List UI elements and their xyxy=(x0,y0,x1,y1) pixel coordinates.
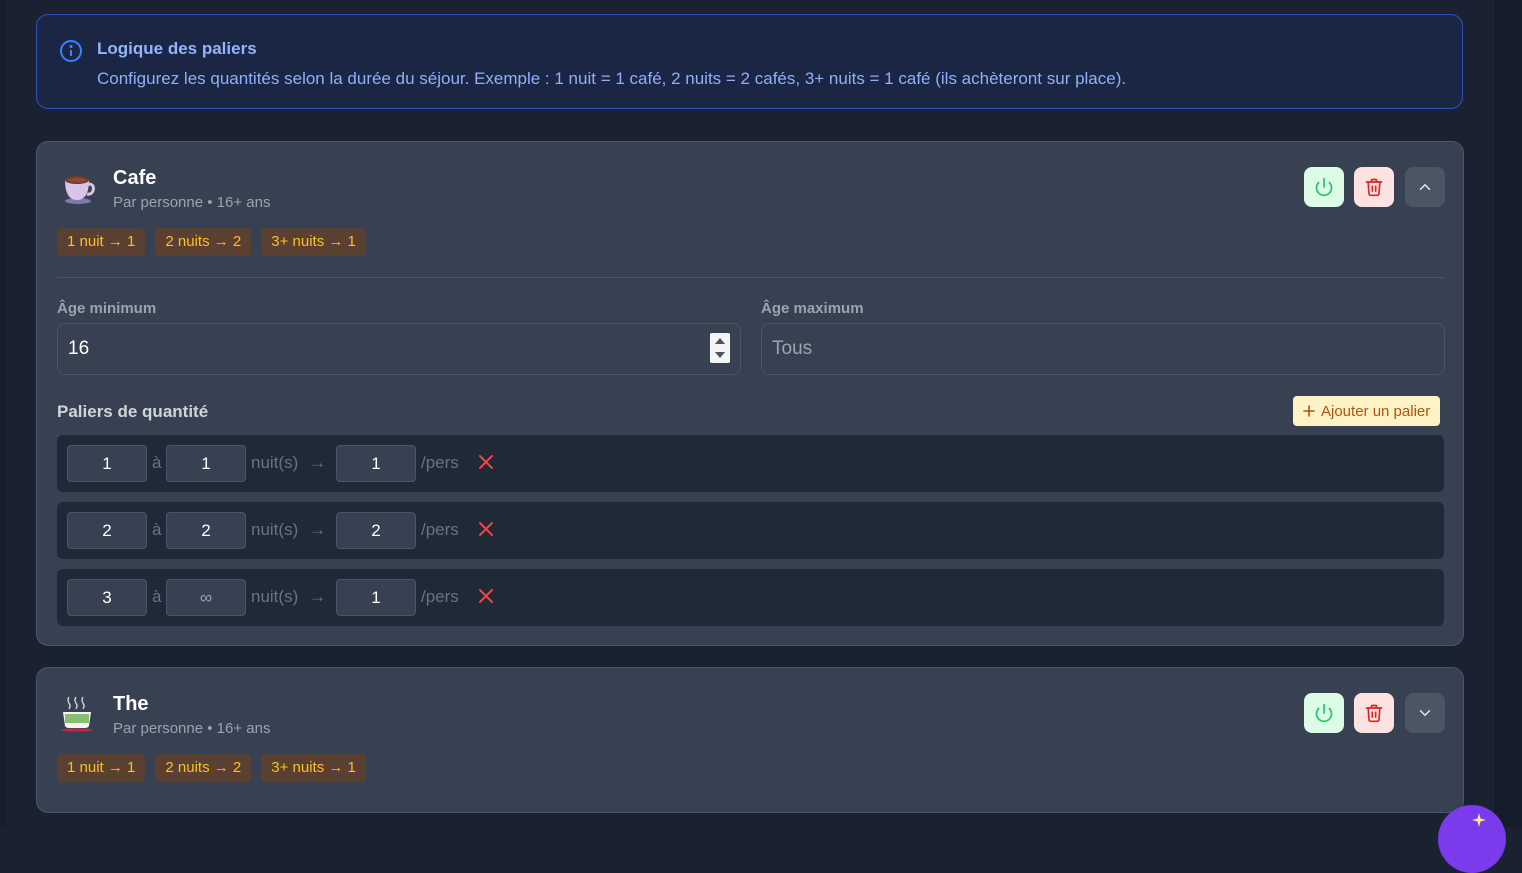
tier-to-input[interactable]: 2 xyxy=(166,512,246,549)
tier-nights-label: nuit(s) xyxy=(251,520,299,539)
tier-per-label: /pers xyxy=(421,453,459,472)
info-text: Configurez les quantités selon la durée … xyxy=(97,69,1127,88)
tier-from-input[interactable]: 3 xyxy=(67,579,147,616)
tier-row: 1 à 1 nuit(s) → 1 /pers xyxy=(57,435,1444,492)
divider xyxy=(57,277,1444,278)
scrollbar-track[interactable] xyxy=(1495,0,1522,827)
expand-button[interactable] xyxy=(1405,693,1445,733)
tier-badge-list: 1 nuit → 1 2 nuits → 2 3+ nuits → 1 xyxy=(57,754,366,782)
hot-tea-icon xyxy=(61,696,93,732)
toggle-active-button[interactable] xyxy=(1304,167,1344,207)
arrow-icon: → xyxy=(309,453,326,472)
arrow-icon: → xyxy=(309,520,326,539)
collapse-button[interactable] xyxy=(1405,167,1445,207)
tier-badge: 2 nuits → 2 xyxy=(155,754,252,782)
trash-icon xyxy=(1365,178,1383,197)
tier-to-input[interactable]: ∞ xyxy=(166,579,246,616)
tier-per-label: /pers xyxy=(421,520,459,539)
coffee-cup-icon xyxy=(65,176,95,204)
remove-tier-icon[interactable] xyxy=(476,586,496,606)
add-tier-label: Ajouter un palier xyxy=(1321,402,1431,420)
tier-badge-list: 1 nuit → 1 2 nuits → 2 3+ nuits → 1 xyxy=(57,228,366,256)
toggle-active-button[interactable] xyxy=(1304,693,1344,733)
delete-product-button[interactable] xyxy=(1354,167,1394,207)
remove-tier-icon[interactable] xyxy=(476,452,496,472)
tier-per-label: /pers xyxy=(421,587,459,606)
tier-qty-input[interactable]: 1 xyxy=(336,579,416,616)
sparkle-icon xyxy=(1472,813,1486,827)
age-min-input[interactable]: 16 xyxy=(57,323,741,375)
info-title: Logique des paliers xyxy=(97,39,257,58)
tier-qty-input[interactable]: 1 xyxy=(336,445,416,482)
plus-icon xyxy=(1303,405,1315,417)
tiers-title: Paliers de quantité xyxy=(57,402,209,421)
delete-product-button[interactable] xyxy=(1354,693,1394,733)
tier-from-input[interactable]: 1 xyxy=(67,445,147,482)
product-meta: Par personne • 16+ ans xyxy=(113,720,271,737)
trash-icon xyxy=(1365,704,1383,723)
add-tier-button[interactable]: Ajouter un palier xyxy=(1293,396,1441,426)
arrow-icon: → xyxy=(309,587,326,606)
tier-badge: 1 nuit → 1 xyxy=(57,754,146,782)
floating-action-button[interactable] xyxy=(1438,805,1506,873)
power-icon xyxy=(1315,177,1333,197)
tier-to-input[interactable]: 1 xyxy=(166,445,246,482)
page-left-edge xyxy=(0,0,6,827)
remove-tier-icon[interactable] xyxy=(476,519,496,539)
chevron-up-icon xyxy=(1419,183,1431,190)
product-name: The xyxy=(113,693,149,715)
tier-to-label: à xyxy=(152,520,162,539)
power-icon xyxy=(1315,703,1333,723)
tier-from-input[interactable]: 2 xyxy=(67,512,147,549)
product-meta: Par personne • 16+ ans xyxy=(113,194,271,211)
product-card-cafe: Cafe Par personne • 16+ ans 1 nuit → 1 2… xyxy=(36,141,1464,646)
product-name: Cafe xyxy=(113,167,157,189)
tier-nights-label: nuit(s) xyxy=(251,587,299,606)
chevron-down-icon xyxy=(1419,710,1431,717)
age-max-label: Âge maximum xyxy=(761,300,864,317)
tier-qty-input[interactable]: 2 xyxy=(336,512,416,549)
tier-to-label: à xyxy=(152,453,162,472)
tier-badge: 3+ nuits → 1 xyxy=(261,754,366,782)
tier-badge: 2 nuits → 2 xyxy=(155,228,252,256)
tier-nights-label: nuit(s) xyxy=(251,453,299,472)
product-card-the: The Par personne • 16+ ans 1 nuit → 1 2 … xyxy=(36,667,1464,813)
age-max-input[interactable]: Tous xyxy=(761,323,1445,375)
tier-badge: 3+ nuits → 1 xyxy=(261,228,366,256)
info-banner: Logique des paliers Configurez les quant… xyxy=(36,14,1463,109)
tier-to-label: à xyxy=(152,587,162,606)
tier-row: 3 à ∞ nuit(s) → 1 /pers xyxy=(57,569,1444,626)
tier-badge: 1 nuit → 1 xyxy=(57,228,146,256)
info-icon xyxy=(60,40,82,62)
tier-row: 2 à 2 nuit(s) → 2 /pers xyxy=(57,502,1444,559)
number-spinner[interactable] xyxy=(710,333,730,363)
age-min-label: Âge minimum xyxy=(57,300,157,317)
